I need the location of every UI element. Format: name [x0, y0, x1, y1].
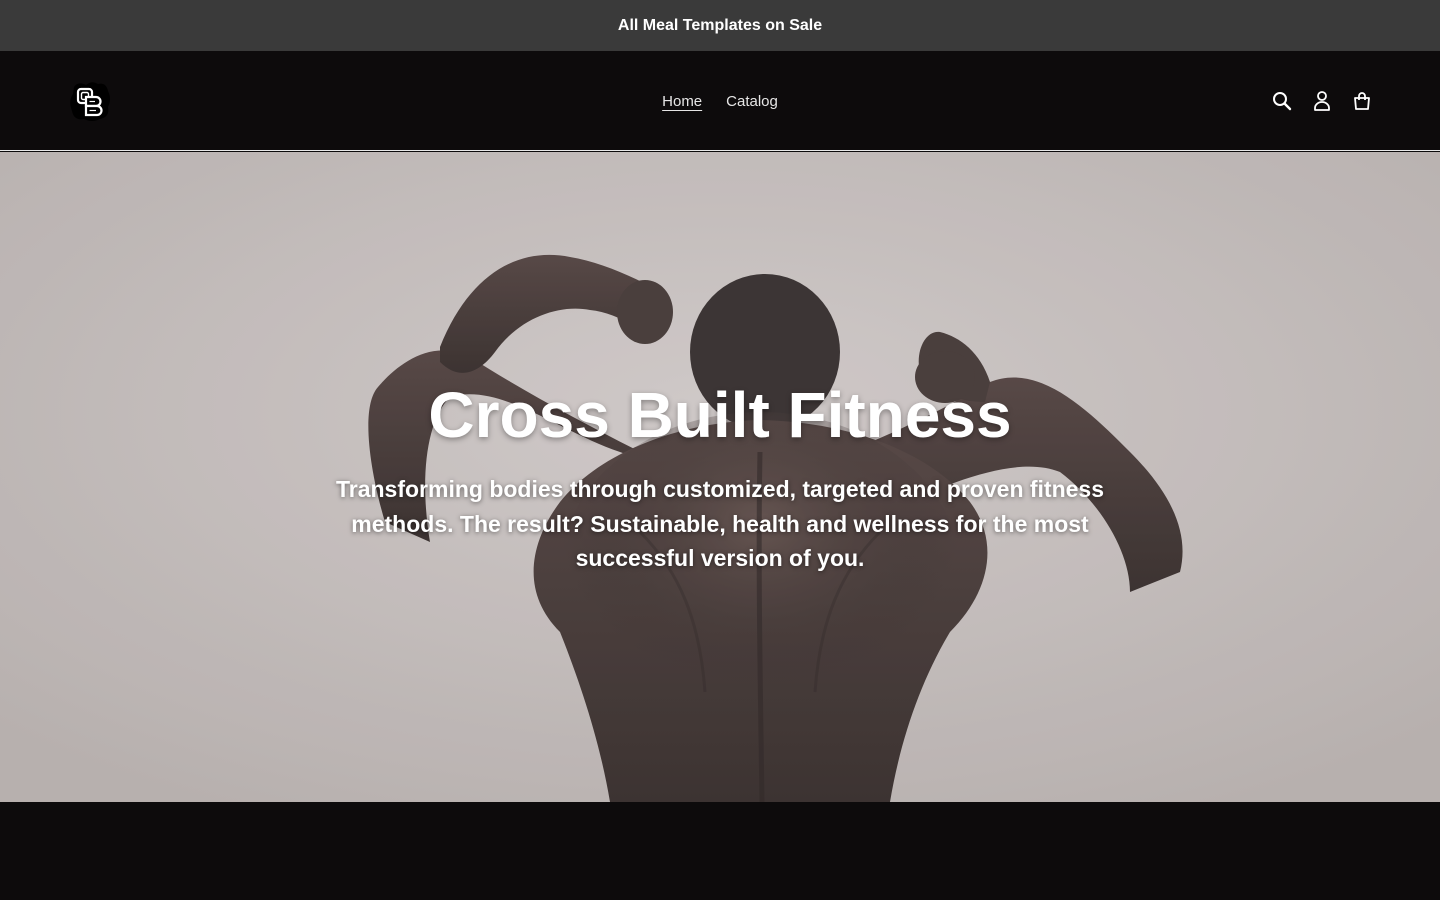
site-header: Home Catalog [0, 51, 1440, 151]
nav-catalog-link[interactable]: Catalog [726, 89, 778, 114]
search-button[interactable] [1268, 87, 1296, 115]
announcement-bar: All Meal Templates on Sale [0, 0, 1440, 51]
hero-content: Cross Built Fitness Transforming bodies … [320, 380, 1120, 576]
hero-banner: Cross Built Fitness Transforming bodies … [0, 152, 1440, 802]
hero-subtitle: Transforming bodies through customized, … [335, 476, 1105, 572]
header-icons [1256, 87, 1376, 115]
cb-monogram-logo-icon [70, 82, 110, 121]
account-button[interactable] [1308, 87, 1336, 115]
cart-icon [1354, 92, 1370, 110]
hero-title: Cross Built Fitness [428, 379, 1012, 451]
account-icon [1314, 91, 1330, 111]
main-nav: Home Catalog [0, 51, 1440, 151]
cart-button[interactable] [1348, 87, 1376, 115]
announcement-link[interactable]: All Meal Templates on Sale [618, 17, 822, 35]
nav-home-link[interactable]: Home [662, 89, 702, 114]
search-icon [1273, 92, 1292, 111]
site-logo[interactable] [68, 79, 112, 123]
page-section-below-hero [0, 802, 1440, 900]
